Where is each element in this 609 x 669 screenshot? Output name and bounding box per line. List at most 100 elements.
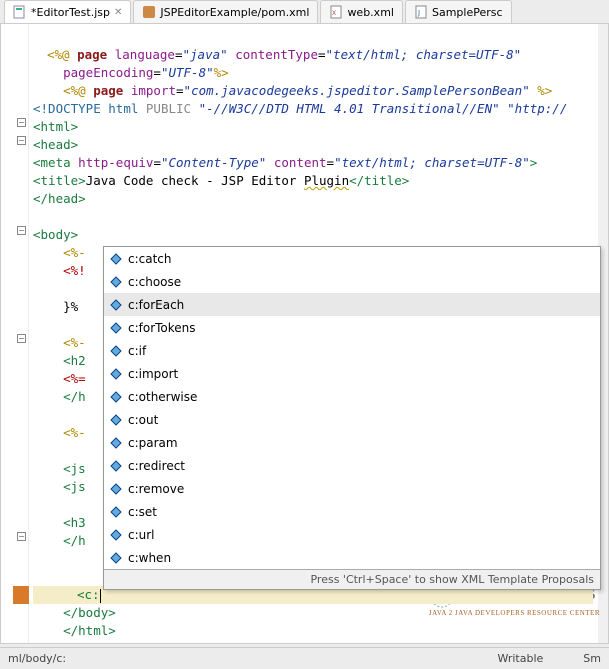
code-token: pageEncoding bbox=[63, 65, 153, 80]
cursor-token: <c: bbox=[77, 586, 101, 604]
autocomplete-label: c:catch bbox=[128, 252, 172, 266]
fold-toggle[interactable]: − bbox=[17, 136, 26, 145]
svg-text:X: X bbox=[332, 10, 336, 17]
maven-file-icon bbox=[142, 5, 156, 19]
code-token: <body> bbox=[33, 227, 78, 242]
status-bar: ml/body/c: Writable Sm bbox=[0, 647, 609, 669]
editor-tab-bar: *EditorTest.jsp ✕ JSPEditorExample/pom.x… bbox=[0, 0, 609, 24]
tag-icon bbox=[110, 529, 122, 541]
code-token: > bbox=[530, 155, 538, 170]
code-token: </body> bbox=[63, 605, 116, 620]
autocomplete-label: c:param bbox=[128, 436, 178, 450]
tab-label: JSPEditorExample/pom.xml bbox=[160, 6, 309, 19]
code-token: "UTF-8" bbox=[161, 65, 214, 80]
autocomplete-label: c:forEach bbox=[128, 298, 184, 312]
code-token: <%@ bbox=[63, 83, 93, 98]
autocomplete-status: Press 'Ctrl+Space' to show XML Template … bbox=[104, 569, 600, 589]
tag-icon bbox=[110, 345, 122, 357]
tag-icon bbox=[110, 506, 122, 518]
autocomplete-item[interactable]: c:url bbox=[104, 523, 600, 546]
autocomplete-label: c:out bbox=[128, 413, 158, 427]
code-token: %> bbox=[214, 65, 229, 80]
autocomplete-popup: c:catch c:choose c:forEach c:forTokens c… bbox=[103, 246, 601, 590]
code-token: content bbox=[274, 155, 327, 170]
code-token: <%! bbox=[63, 263, 86, 278]
code-token: http-equiv bbox=[78, 155, 153, 170]
code-token: page bbox=[93, 83, 123, 98]
tab-editortest[interactable]: *EditorTest.jsp ✕ bbox=[4, 0, 131, 23]
logo-subtitle: JAVA 2 JAVA DEVELOPERS RESOURCE CENTER bbox=[429, 609, 600, 617]
jsp-file-icon bbox=[13, 5, 27, 19]
code-token: <%@ bbox=[47, 47, 77, 62]
autocomplete-label: c:if bbox=[128, 344, 146, 358]
autocomplete-item[interactable]: c:choose bbox=[104, 270, 600, 293]
code-editor[interactable]: − − − − − <%@ page language="java" conte… bbox=[0, 24, 609, 644]
close-icon[interactable]: ✕ bbox=[114, 7, 122, 18]
tab-label: web.xml bbox=[347, 6, 394, 19]
tag-icon bbox=[110, 368, 122, 380]
fold-toggle[interactable]: − bbox=[17, 334, 26, 343]
fold-toggle[interactable]: − bbox=[17, 118, 26, 127]
code-token: page bbox=[77, 47, 107, 62]
code-token: "java" bbox=[183, 47, 228, 62]
code-token: "-//W3C//DTD HTML 4.01 Transitional//EN" bbox=[199, 101, 500, 116]
code-token: <!DOCTYPE bbox=[33, 101, 108, 116]
tag-icon bbox=[110, 414, 122, 426]
svg-text:J: J bbox=[417, 9, 420, 17]
xml-file-icon: X bbox=[329, 5, 343, 19]
code-token: "http:// bbox=[500, 101, 568, 116]
tag-icon bbox=[110, 437, 122, 449]
autocomplete-item[interactable]: c:forTokens bbox=[104, 316, 600, 339]
autocomplete-item[interactable]: c:import bbox=[104, 362, 600, 385]
fold-toggle[interactable]: − bbox=[17, 532, 26, 541]
autocomplete-item[interactable]: c:otherwise bbox=[104, 385, 600, 408]
code-token: "Content-Type" bbox=[161, 155, 266, 170]
code-token: import bbox=[131, 83, 176, 98]
status-path: ml/body/c: bbox=[8, 652, 66, 665]
status-mode: Sm bbox=[583, 652, 601, 665]
tab-label: *EditorTest.jsp bbox=[31, 6, 110, 19]
tab-pom[interactable]: JSPEditorExample/pom.xml bbox=[133, 0, 318, 23]
code-token: <title> bbox=[33, 173, 86, 188]
tab-webxml[interactable]: X web.xml bbox=[320, 0, 403, 23]
code-token: <%- bbox=[63, 425, 86, 440]
autocomplete-item[interactable]: c:when bbox=[104, 546, 600, 569]
code-token: "text/html; charset=UTF-8" bbox=[334, 155, 530, 170]
autocomplete-label: c:set bbox=[128, 505, 157, 519]
tag-icon bbox=[110, 299, 122, 311]
autocomplete-item[interactable]: c:if bbox=[104, 339, 600, 362]
tag-icon bbox=[110, 322, 122, 334]
code-token: PUBLIC bbox=[146, 101, 199, 116]
autocomplete-label: c:choose bbox=[128, 275, 181, 289]
autocomplete-item[interactable]: c:set bbox=[104, 500, 600, 523]
code-token: <h2 bbox=[63, 353, 86, 368]
autocomplete-item[interactable]: c:catch bbox=[104, 247, 600, 270]
code-token: </h bbox=[63, 533, 86, 548]
autocomplete-item[interactable]: c:redirect bbox=[104, 454, 600, 477]
autocomplete-label: c:when bbox=[128, 551, 171, 565]
autocomplete-label: c:url bbox=[128, 528, 155, 542]
tag-icon bbox=[110, 483, 122, 495]
autocomplete-item[interactable]: c:param bbox=[104, 431, 600, 454]
code-token: <meta bbox=[33, 155, 71, 170]
code-token: Plugin bbox=[304, 173, 349, 188]
autocomplete-item[interactable]: c:out bbox=[104, 408, 600, 431]
autocomplete-label: c:redirect bbox=[128, 459, 185, 473]
code-token: "text/html; charset=UTF-8" bbox=[326, 47, 522, 62]
autocomplete-list[interactable]: c:catch c:choose c:forEach c:forTokens c… bbox=[104, 247, 600, 569]
fold-toggle[interactable]: − bbox=[17, 226, 26, 235]
autocomplete-item[interactable]: c:remove bbox=[104, 477, 600, 500]
autocomplete-item[interactable]: c:forEach bbox=[104, 293, 600, 316]
tag-icon bbox=[110, 552, 122, 564]
autocomplete-label: c:forTokens bbox=[128, 321, 196, 335]
gutter: − − − − − bbox=[1, 24, 29, 643]
code-token: %> bbox=[537, 83, 552, 98]
code-token: contentType bbox=[235, 47, 318, 62]
tag-icon bbox=[110, 253, 122, 265]
code-token: </html> bbox=[63, 623, 116, 638]
code-token: }% bbox=[63, 299, 78, 314]
code-token: <js bbox=[63, 479, 86, 494]
java-file-icon: J bbox=[414, 5, 428, 19]
code-token: <html> bbox=[33, 119, 78, 134]
tab-sampleperson[interactable]: J SamplePersc bbox=[405, 0, 512, 23]
